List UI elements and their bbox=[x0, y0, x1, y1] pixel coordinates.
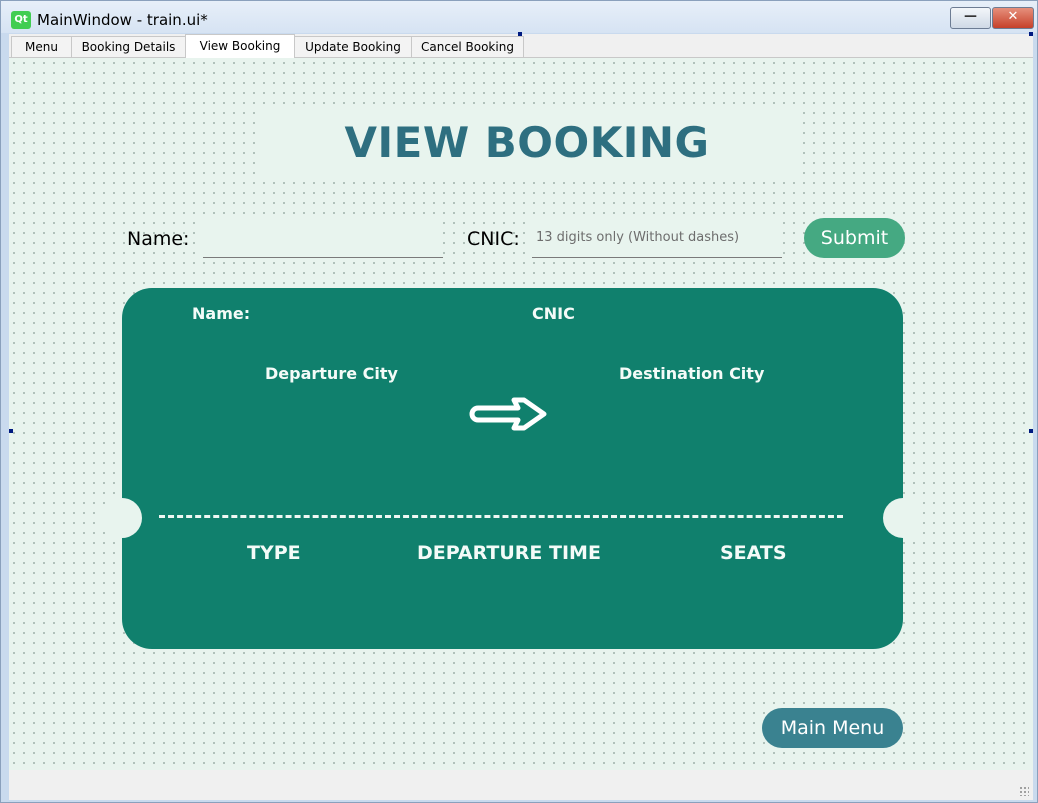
submit-button[interactable]: Submit bbox=[804, 218, 905, 258]
tab-booking-details[interactable]: Booking Details bbox=[71, 36, 186, 57]
tab-menu[interactable]: Menu bbox=[11, 36, 72, 57]
title-bar[interactable]: Qt MainWindow - train.ui* — ✕ bbox=[1, 1, 1037, 33]
qt-logo-icon: Qt bbox=[11, 11, 31, 29]
ticket-notch-left bbox=[102, 498, 142, 538]
name-input[interactable] bbox=[203, 218, 443, 258]
selection-handle[interactable] bbox=[1029, 429, 1033, 433]
status-bar bbox=[9, 770, 1033, 800]
close-button[interactable]: ✕ bbox=[992, 7, 1034, 29]
train-arrow-icon bbox=[469, 397, 547, 431]
page-title: VIEW BOOKING bbox=[255, 110, 799, 176]
name-label: Name: bbox=[127, 228, 190, 250]
ticket-notch-right bbox=[883, 498, 923, 538]
departure-city-label: Departure City bbox=[265, 364, 398, 383]
ticket-name-label: Name: bbox=[192, 304, 251, 323]
cnic-input[interactable] bbox=[532, 218, 782, 258]
minimize-button[interactable]: — bbox=[950, 7, 991, 29]
window-title: MainWindow - train.ui* bbox=[37, 11, 208, 29]
seats-label: SEATS bbox=[720, 542, 787, 564]
main-menu-button[interactable]: Main Menu bbox=[762, 708, 903, 748]
departure-time-label: DEPARTURE TIME bbox=[417, 542, 601, 564]
ticket-card: Name: CNIC Departure City Destination Ci… bbox=[102, 288, 923, 649]
view-booking-page: VIEW BOOKING Name: CNIC: Submit Name: CN… bbox=[9, 58, 1033, 770]
ticket-perforation bbox=[159, 515, 843, 518]
destination-city-label: Destination City bbox=[619, 364, 765, 383]
cnic-label: CNIC: bbox=[467, 228, 520, 250]
tab-update-booking[interactable]: Update Booking bbox=[294, 36, 412, 57]
type-label: TYPE bbox=[247, 542, 301, 564]
ticket-cnic-label: CNIC bbox=[532, 304, 575, 323]
tab-cancel-booking[interactable]: Cancel Booking bbox=[411, 36, 524, 57]
tab-view-booking[interactable]: View Booking bbox=[185, 34, 295, 58]
selection-handle[interactable] bbox=[518, 32, 522, 36]
selection-handle[interactable] bbox=[9, 429, 13, 433]
resize-grip-icon[interactable] bbox=[1019, 786, 1029, 796]
main-window: Qt MainWindow - train.ui* — ✕ Menu Booki… bbox=[0, 0, 1038, 803]
selection-handle[interactable] bbox=[1029, 32, 1033, 36]
tab-bar: Menu Booking Details View Booking Update… bbox=[9, 34, 1033, 58]
